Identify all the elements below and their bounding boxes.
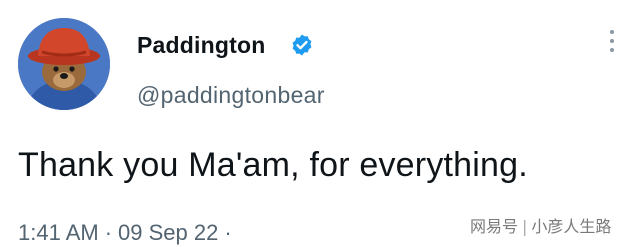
- watermark-source: 网易号: [470, 217, 519, 236]
- display-name[interactable]: Paddington: [137, 32, 265, 59]
- handle[interactable]: @paddingtonbear: [137, 82, 325, 109]
- tweet-time: 1:41 AM: [18, 220, 99, 245]
- watermark-author: 小彦人生路: [531, 217, 612, 236]
- meta-separator: ·: [104, 220, 113, 245]
- tweet-card: Paddington @paddingtonbear Thank you Ma'…: [0, 0, 640, 247]
- more-options-icon[interactable]: [609, 30, 615, 56]
- verified-badge-icon: [292, 34, 312, 56]
- tweet-date: 09 Sep 22: [118, 220, 219, 245]
- watermark: 网易号 | 小彦人生路: [470, 213, 611, 237]
- paddington-bear-avatar-icon: [18, 18, 110, 110]
- meta-separator-trailing: ·: [224, 220, 232, 245]
- watermark-divider: |: [522, 217, 528, 236]
- tweet-text: Thank you Ma'am, for everything.: [18, 146, 528, 184]
- avatar[interactable]: [18, 18, 110, 110]
- tweet-timestamp[interactable]: 1:41 AM · 09 Sep 22 ·: [18, 220, 238, 246]
